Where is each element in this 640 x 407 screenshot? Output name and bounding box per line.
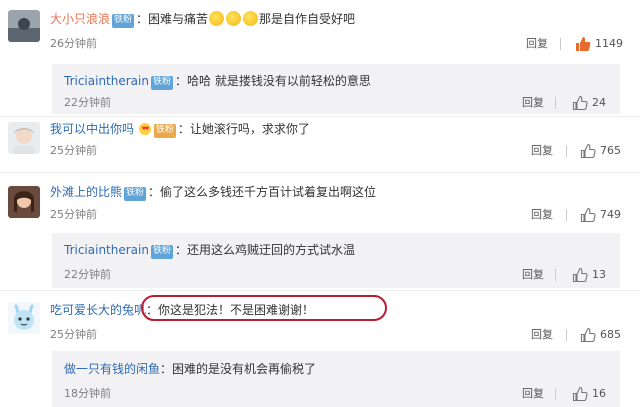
comment-text: ：偷了这么多钱还千方百计试着复出啊这位 bbox=[148, 185, 377, 199]
timestamp: 22分钟前 bbox=[64, 268, 111, 281]
like-button[interactable]: 685 bbox=[580, 327, 621, 343]
reply-button[interactable]: 回复 bbox=[531, 207, 553, 223]
username-link[interactable]: 吃可爱长大的兔叽 bbox=[50, 303, 146, 317]
avatar[interactable] bbox=[8, 10, 40, 42]
thumb-up-icon bbox=[572, 95, 588, 111]
fan-badge: 铁粉 bbox=[153, 124, 176, 138]
reply-line: 做一只有钱的闲鱼：困难的是没有机会再偷税了 bbox=[64, 360, 316, 378]
divider bbox=[566, 209, 567, 221]
thumb-up-icon bbox=[572, 386, 588, 402]
reply-button[interactable]: 回复 bbox=[522, 386, 544, 402]
cry-emoji-icon bbox=[243, 11, 259, 26]
like-button[interactable]: 13 bbox=[572, 267, 606, 283]
cry-emoji-icon bbox=[209, 11, 225, 26]
reply-text: ：困难的是没有机会再偷税了 bbox=[160, 362, 317, 376]
comment-item: 外滩上的比熊 铁粉 ：偷了这么多钱还千方百计试着复出啊这位 25分钟前 回复 749 bbox=[0, 172, 640, 228]
username-link[interactable]: 做一只有钱的闲鱼 bbox=[64, 362, 160, 376]
avatar[interactable] bbox=[8, 122, 40, 154]
divider bbox=[566, 329, 567, 341]
reply-line: Triciaintherain 铁粉 ：哈哈 就是搂钱没有以前轻松的意思 bbox=[64, 72, 371, 90]
comment-item: 大小只浪浪 铁粉 ：困难与痛苦 那是自作自受好吧 26分钟前 回复 1149 bbox=[0, 0, 640, 54]
reply-button[interactable]: 回复 bbox=[522, 267, 544, 283]
username-link[interactable]: 大小只浪浪 bbox=[50, 12, 110, 26]
like-button[interactable]: 24 bbox=[572, 95, 606, 111]
reply-line: Triciaintherain 铁粉 ：还用这么鸡贼迂回的方式试水温 bbox=[64, 241, 355, 259]
heart-emoji-icon bbox=[138, 123, 151, 135]
timestamp: 25分钟前 bbox=[50, 208, 97, 221]
reply-text: ：还用这么鸡贼迂回的方式试水温 bbox=[175, 243, 356, 257]
reply-box: 做一只有钱的闲鱼：困难的是没有机会再偷税了 18分钟前 回复 16 bbox=[52, 351, 620, 407]
divider bbox=[566, 145, 567, 157]
divider bbox=[555, 269, 556, 281]
like-count: 13 bbox=[592, 268, 606, 281]
like-count: 24 bbox=[592, 96, 606, 109]
reply-button[interactable]: 回复 bbox=[522, 95, 544, 111]
fan-badge: 铁粉 bbox=[150, 76, 173, 90]
comment-item: 我可以中出你吗 铁粉 ：让她滚行吗，求求你了 25分钟前 回复 765 bbox=[0, 116, 640, 172]
like-count: 685 bbox=[600, 328, 621, 341]
fan-badge: 铁粉 bbox=[124, 187, 147, 201]
cry-emoji-icon bbox=[226, 11, 242, 26]
timestamp: 18分钟前 bbox=[64, 387, 111, 400]
like-button[interactable]: 16 bbox=[572, 386, 606, 402]
thumb-up-icon bbox=[580, 327, 596, 343]
avatar[interactable] bbox=[8, 302, 40, 334]
comment-text: ：困难与痛苦 bbox=[136, 12, 209, 26]
like-count: 16 bbox=[592, 387, 606, 400]
fan-badge: 铁粉 bbox=[112, 14, 135, 28]
reply-button[interactable]: 回复 bbox=[531, 327, 553, 343]
timestamp: 25分钟前 bbox=[50, 328, 97, 341]
highlight-ring bbox=[141, 295, 387, 321]
comment-line: 外滩上的比熊 铁粉 ：偷了这么多钱还千方百计试着复出啊这位 bbox=[50, 183, 376, 201]
thumb-up-icon bbox=[572, 267, 588, 283]
fan-badge: 铁粉 bbox=[150, 245, 173, 259]
divider bbox=[555, 97, 556, 109]
reply-box: Triciaintherain 铁粉 ：哈哈 就是搂钱没有以前轻松的意思 22分钟前… bbox=[52, 64, 620, 114]
username-link[interactable]: 我可以中出你吗 bbox=[50, 122, 134, 136]
thumb-up-icon bbox=[580, 207, 596, 223]
like-count: 765 bbox=[600, 144, 621, 157]
timestamp: 22分钟前 bbox=[64, 96, 111, 109]
thumb-up-icon bbox=[576, 37, 591, 51]
comment-line: 我可以中出你吗 铁粉 ：让她滚行吗，求求你了 bbox=[50, 120, 310, 138]
timestamp: 26分钟前 bbox=[50, 37, 97, 50]
like-button[interactable]: 1149 bbox=[575, 36, 623, 52]
comment-text-cont: 那是自作自受好吧 bbox=[259, 12, 356, 26]
reply-button[interactable]: 回复 bbox=[531, 143, 553, 159]
comment-line: 大小只浪浪 铁粉 ：困难与痛苦 那是自作自受好吧 bbox=[50, 10, 355, 28]
reply-box: Triciaintherain 铁粉 ：还用这么鸡贼迂回的方式试水温 22分钟前 回… bbox=[52, 233, 620, 288]
thumb-up-icon bbox=[580, 143, 596, 159]
divider bbox=[555, 388, 556, 400]
timestamp: 25分钟前 bbox=[50, 144, 97, 157]
like-button[interactable]: 765 bbox=[580, 143, 621, 159]
like-count: 1149 bbox=[595, 37, 623, 50]
like-count: 749 bbox=[600, 208, 621, 221]
divider bbox=[560, 38, 561, 50]
username-link[interactable]: 外滩上的比熊 bbox=[50, 185, 122, 199]
like-button[interactable]: 749 bbox=[580, 207, 621, 223]
username-link[interactable]: Triciaintherain bbox=[64, 74, 149, 88]
username-link[interactable]: Triciaintherain bbox=[64, 243, 149, 257]
comment-text: ：让她滚行吗，求求你了 bbox=[177, 122, 310, 136]
avatar[interactable] bbox=[8, 186, 40, 218]
reply-text: ：哈哈 就是搂钱没有以前轻松的意思 bbox=[175, 74, 371, 88]
reply-button[interactable]: 回复 bbox=[526, 36, 548, 52]
